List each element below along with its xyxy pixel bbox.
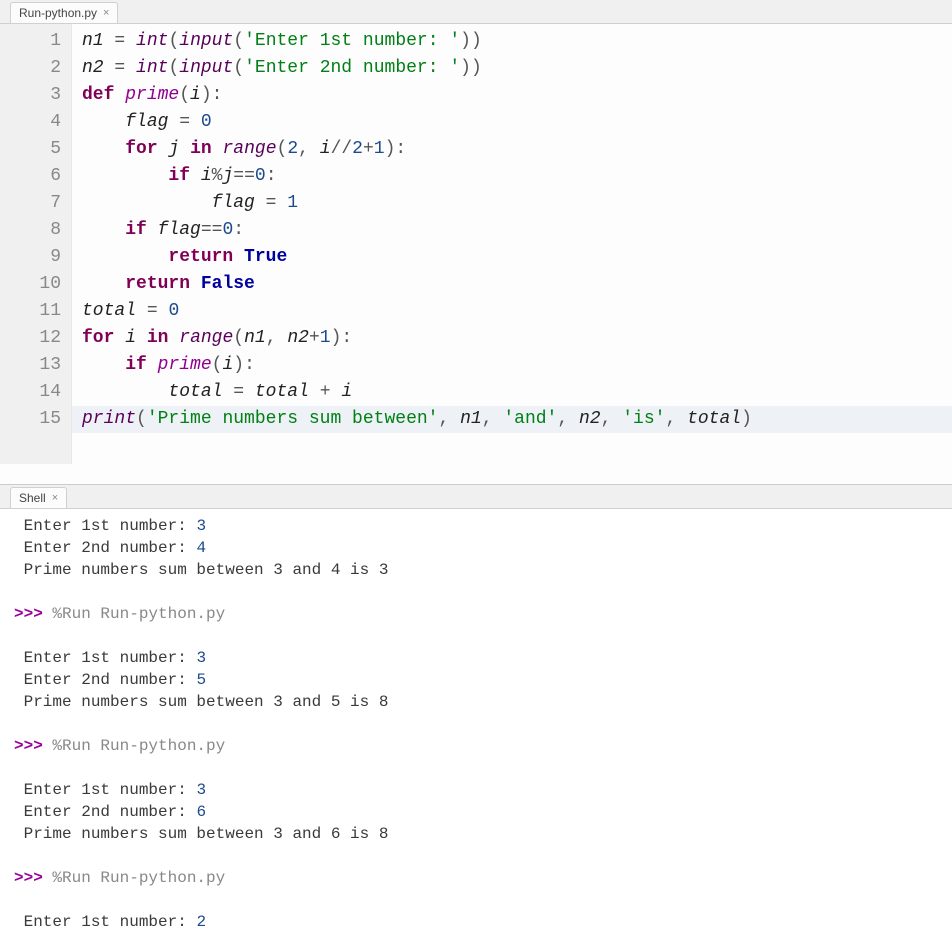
line-number: 4 — [18, 109, 61, 136]
shell-blank — [14, 625, 938, 647]
shell-prompt-line: >>> %Run Run-python.py — [14, 867, 938, 889]
code-area[interactable]: n1 = int(input('Enter 1st number: ')) n2… — [72, 24, 952, 464]
code-line[interactable]: flag = 1 — [82, 193, 298, 213]
line-number: 7 — [18, 190, 61, 217]
shell-blank — [14, 889, 938, 911]
shell-blank — [14, 845, 938, 867]
shell-input-line: Enter 1st number: 3 — [14, 647, 938, 669]
code-editor[interactable]: 123456789101112131415 n1 = int(input('En… — [0, 24, 952, 485]
shell-tab[interactable]: Shell × — [10, 487, 67, 508]
shell-blank — [14, 757, 938, 779]
shell-output[interactable]: Enter 1st number: 3 Enter 2nd number: 4 … — [0, 509, 952, 935]
shell-input-line: Enter 2nd number: 4 — [14, 537, 938, 559]
line-number: 1 — [18, 28, 61, 55]
editor-tab-bar: Run-python.py × — [0, 0, 952, 24]
code-line[interactable]: n1 = int(input('Enter 1st number: ')) — [82, 31, 482, 51]
shell-output-line: Prime numbers sum between 3 and 4 is 3 — [14, 559, 938, 581]
editor-tab-label: Run-python.py — [19, 6, 97, 20]
shell-blank — [14, 713, 938, 735]
line-number: 9 — [18, 244, 61, 271]
shell-output-line: Prime numbers sum between 3 and 5 is 8 — [14, 691, 938, 713]
line-number: 5 — [18, 136, 61, 163]
shell-output-line: Prime numbers sum between 3 and 6 is 8 — [14, 823, 938, 845]
shell-input-line: Enter 1st number: 3 — [14, 515, 938, 537]
code-line[interactable]: if i%j==0: — [82, 166, 277, 186]
code-line[interactable]: for j in range(2, i//2+1): — [82, 139, 406, 159]
code-line[interactable]: return True — [82, 247, 287, 267]
code-line[interactable]: if prime(i): — [82, 355, 255, 375]
code-line[interactable]: n2 = int(input('Enter 2nd number: ')) — [82, 58, 482, 78]
line-number: 12 — [18, 325, 61, 352]
close-icon[interactable]: × — [103, 7, 109, 19]
line-number: 11 — [18, 298, 61, 325]
shell-tab-bar: Shell × — [0, 485, 952, 509]
shell-input-line: Enter 2nd number: 6 — [14, 801, 938, 823]
shell-input-line: Enter 1st number: 2 — [14, 911, 938, 933]
line-number: 6 — [18, 163, 61, 190]
code-line[interactable]: if flag==0: — [82, 220, 244, 240]
shell-prompt-line: >>> %Run Run-python.py — [14, 735, 938, 757]
line-number: 8 — [18, 217, 61, 244]
code-line[interactable]: total = 0 — [82, 301, 179, 321]
shell-blank — [14, 581, 938, 603]
line-number-gutter: 123456789101112131415 — [0, 24, 72, 464]
line-number: 2 — [18, 55, 61, 82]
shell-input-line: Enter 1st number: 3 — [14, 779, 938, 801]
line-number: 10 — [18, 271, 61, 298]
code-line[interactable]: flag = 0 — [82, 112, 212, 132]
code-line[interactable]: def prime(i): — [82, 85, 222, 105]
shell-input-line: Enter 2nd number: 5 — [14, 669, 938, 691]
editor-tab[interactable]: Run-python.py × — [10, 2, 118, 23]
code-line[interactable]: total = total + i — [82, 382, 352, 402]
line-number: 13 — [18, 352, 61, 379]
code-line[interactable]: print('Prime numbers sum between', n1, '… — [72, 406, 952, 433]
code-line[interactable]: for i in range(n1, n2+1): — [82, 328, 352, 348]
line-number: 3 — [18, 82, 61, 109]
line-number: 15 — [18, 406, 61, 433]
shell-prompt-line: >>> %Run Run-python.py — [14, 603, 938, 625]
close-icon[interactable]: × — [52, 492, 58, 504]
line-number: 14 — [18, 379, 61, 406]
shell-tab-label: Shell — [19, 491, 46, 505]
code-line[interactable]: return False — [82, 274, 255, 294]
